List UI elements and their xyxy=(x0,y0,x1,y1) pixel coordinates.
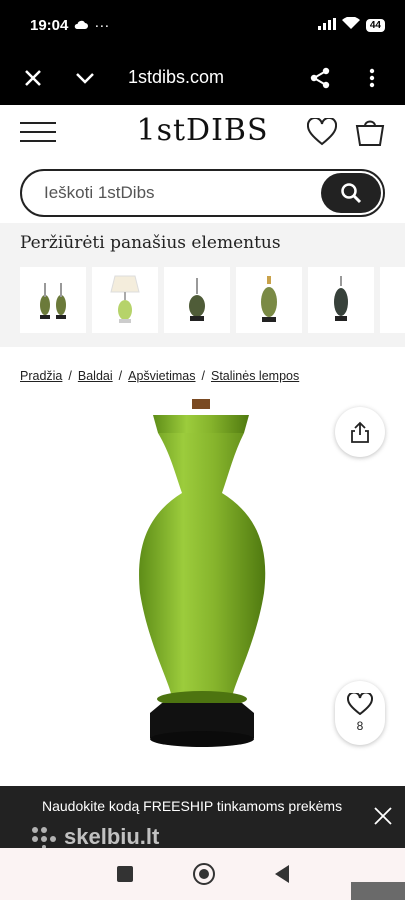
similar-item-thumbnail[interactable] xyxy=(164,267,230,333)
search-input[interactable] xyxy=(44,183,321,203)
favorites-count: 8 xyxy=(356,719,364,733)
url-text[interactable]: 1stdibs.com xyxy=(128,67,305,88)
site-logo[interactable]: 1stDIBS xyxy=(136,113,268,148)
watermark: skelbiu.lt xyxy=(30,824,159,850)
cart-button[interactable] xyxy=(355,118,385,151)
corner-overlay xyxy=(351,882,405,900)
breadcrumb-link[interactable]: Baldai xyxy=(78,369,113,383)
favorite-product-button[interactable]: 8 xyxy=(335,681,385,745)
product-gallery[interactable]: 8 xyxy=(0,393,405,793)
site-header: 1stDIBS xyxy=(0,105,405,163)
signal-icon xyxy=(317,17,336,33)
heart-icon xyxy=(347,693,373,715)
hamburger-menu-button[interactable] xyxy=(20,121,58,148)
cloud-icon xyxy=(74,17,89,34)
favorites-button[interactable] xyxy=(306,116,338,151)
more-notifications-icon: ··· xyxy=(94,16,110,34)
home-button[interactable] xyxy=(192,863,215,885)
dark-lamp-image xyxy=(334,276,348,321)
share-product-button[interactable] xyxy=(335,407,385,457)
teal-lamp-image xyxy=(393,274,405,326)
share-icon xyxy=(310,67,330,88)
breadcrumb-link[interactable]: Pradžia xyxy=(20,369,62,383)
share-page-button[interactable] xyxy=(305,63,335,93)
promo-text: Naudokite kodą FREESHIP tinkamoms prekėm… xyxy=(42,798,343,814)
similar-item-thumbnail[interactable] xyxy=(236,267,302,333)
system-navigation-bar xyxy=(0,848,405,900)
recent-apps-button[interactable] xyxy=(116,866,133,882)
heart-icon xyxy=(306,116,338,145)
similar-item-thumbnail[interactable] xyxy=(92,267,158,333)
battery-indicator: 44 xyxy=(365,18,385,32)
promo-banner: Naudokite kodą FREESHIP tinkamoms prekėm… xyxy=(0,786,405,850)
back-button[interactable] xyxy=(274,865,289,883)
home-dot-icon xyxy=(198,869,209,879)
watermark-text: skelbiu.lt xyxy=(64,824,160,849)
ginger-jar-lamp-image xyxy=(189,278,205,321)
similar-item-thumbnail[interactable] xyxy=(20,267,86,333)
breadcrumb-link[interactable]: Stalinės lempos xyxy=(211,369,299,383)
similar-items-section: Peržiūrėti panašius elementus xyxy=(0,223,405,347)
similar-item-thumbnail[interactable] xyxy=(308,267,374,333)
breadcrumb-link[interactable]: Apšvietimas xyxy=(128,369,195,383)
shaded-lamp-image xyxy=(110,275,140,323)
breadcrumb: Pradžia / Baldai / Apšvietimas / Stalinės l… xyxy=(0,369,405,383)
breadcrumb-separator: / xyxy=(68,369,72,383)
close-promo-button[interactable] xyxy=(373,806,393,831)
breadcrumb-separator: / xyxy=(118,369,123,383)
upload-share-icon xyxy=(351,421,369,443)
search-icon xyxy=(341,183,362,204)
close-icon xyxy=(374,807,392,825)
status-bar: 19:04 ··· 44 xyxy=(0,0,405,50)
close-icon xyxy=(25,69,41,86)
watermark-dots-icon xyxy=(32,827,56,849)
close-tab-button[interactable] xyxy=(18,63,48,93)
search-bar xyxy=(20,169,385,217)
olive-lamp-image xyxy=(261,276,277,322)
clock: 19:04 xyxy=(30,16,69,34)
bag-icon xyxy=(355,120,385,146)
kebab-menu-icon xyxy=(369,68,375,87)
wifi-icon xyxy=(341,16,360,33)
search-button[interactable] xyxy=(321,173,381,213)
breadcrumb-separator: / xyxy=(201,369,205,383)
chevron-down-icon xyxy=(76,72,94,84)
similar-item-thumbnail[interactable] xyxy=(380,267,405,333)
hamburger-icon xyxy=(20,121,56,142)
lamp-pair-image xyxy=(40,283,66,319)
overflow-menu-button[interactable] xyxy=(357,63,387,93)
similar-items-title: Peržiūrėti panašius elementus xyxy=(20,233,281,253)
browser-toolbar: 1stdibs.com xyxy=(0,50,405,105)
collapse-button[interactable] xyxy=(70,63,100,93)
